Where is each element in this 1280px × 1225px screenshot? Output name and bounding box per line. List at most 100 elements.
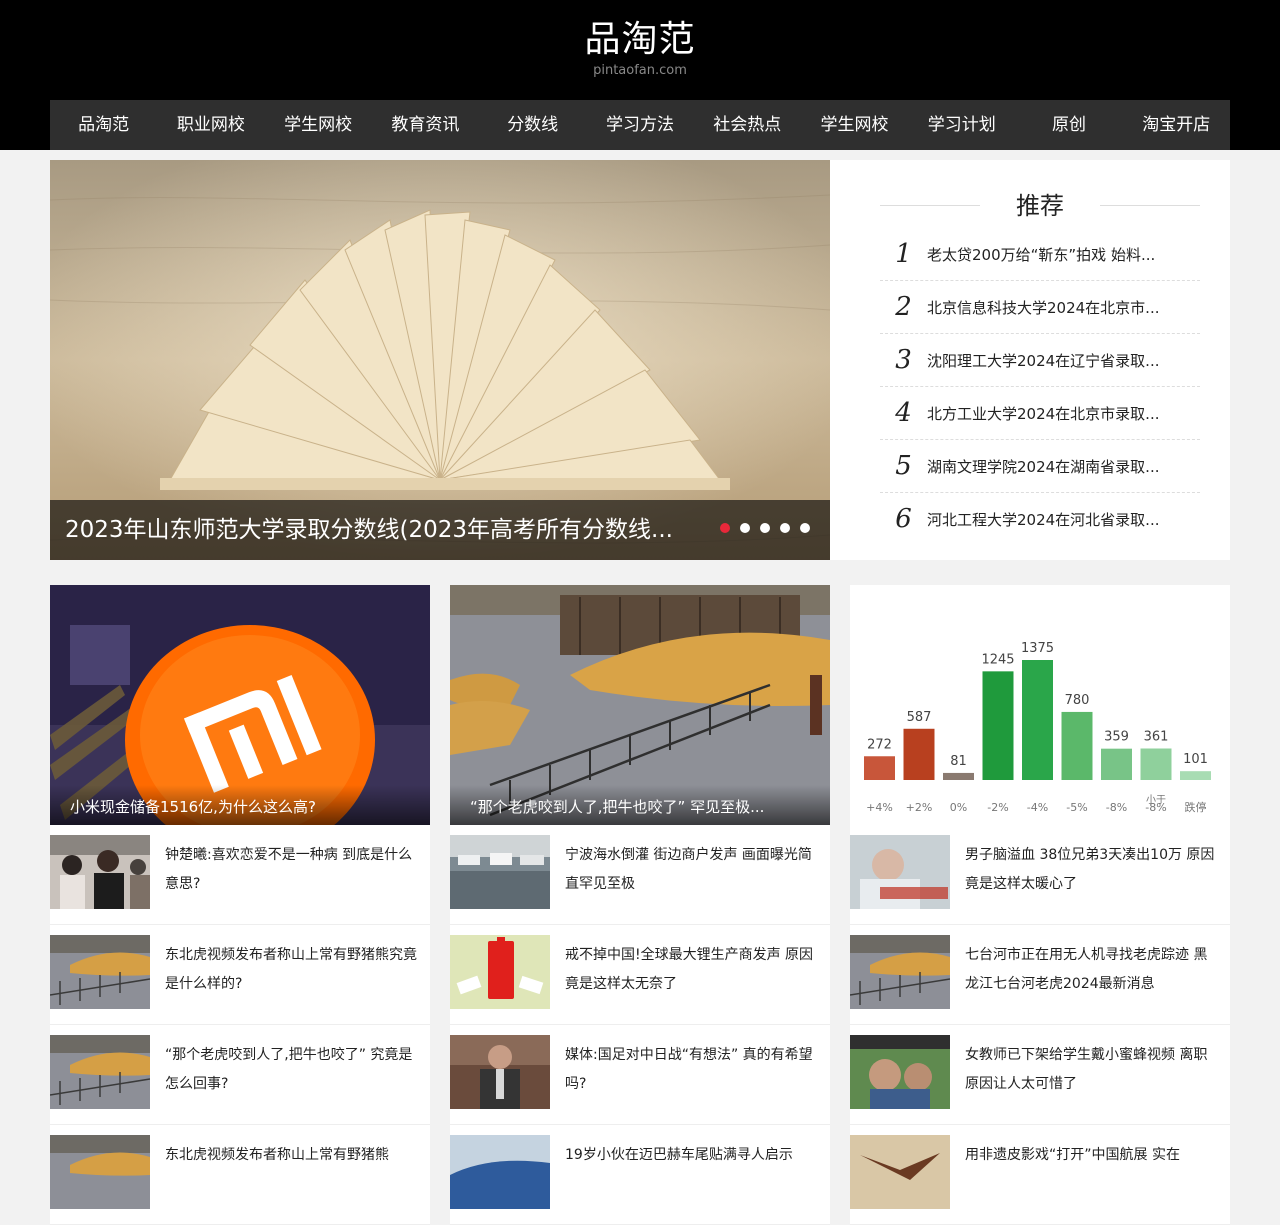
nav-item-vocational[interactable]: 职业网校 bbox=[157, 100, 264, 150]
hero-slider[interactable]: 2023年山东师范大学录取分数线(2023年高考所有分数线... bbox=[50, 160, 830, 560]
nav-item-original[interactable]: 原创 bbox=[1015, 100, 1122, 150]
item-thumbnail-corn-yard bbox=[850, 935, 950, 1009]
chart-bar bbox=[1101, 748, 1132, 780]
item-title[interactable]: 用非遗皮影戏“打开”中国航展 实在 bbox=[965, 1141, 1220, 1170]
site-logo-name[interactable]: 品淘范 bbox=[0, 18, 1280, 62]
item-title[interactable]: 东北虎视频发布者称山上常有野猪熊究竟是什么样的? bbox=[165, 941, 420, 999]
feature-title[interactable]: “那个老虎咬到人了,把牛也咬了” 罕见至极... bbox=[470, 796, 810, 817]
recommend-item-title[interactable]: 老太贷200万给“靳东”拍戏 始料... bbox=[927, 244, 1182, 265]
slider-dot-4[interactable] bbox=[780, 523, 790, 533]
list-item[interactable]: 戒不掉中国!全球最大锂生产商发声 原因竟是这样太无奈了 bbox=[450, 925, 830, 1025]
nav-item-social-hot[interactable]: 社会热点 bbox=[694, 100, 801, 150]
nav-item-student-school-2[interactable]: 学生网校 bbox=[801, 100, 908, 150]
item-thumbnail-shadow-puppet bbox=[850, 1135, 950, 1209]
item-title[interactable]: 女教师已下架给学生戴小蜜蜂视频 离职原因让人太可惜了 bbox=[965, 1041, 1220, 1099]
slider-dot-1[interactable] bbox=[720, 523, 730, 533]
list-item[interactable]: 用非遗皮影戏“打开”中国航展 实在 bbox=[850, 1125, 1230, 1225]
recommend-item-title[interactable]: 河北工程大学2024在河北省录取... bbox=[927, 509, 1182, 530]
chart-bar bbox=[903, 728, 935, 780]
recommend-rank: 3 bbox=[895, 345, 912, 375]
chart-bar bbox=[1061, 711, 1093, 780]
feature-caption: 小米现金储备1516亿,为什么这么高? bbox=[50, 785, 430, 825]
chart-bar bbox=[864, 756, 895, 780]
list-item[interactable]: 东北虎视频发布者称山上常有野猪熊究竟是什么样的? bbox=[50, 925, 430, 1025]
item-thumbnail-corn-yard bbox=[50, 1135, 150, 1209]
recommend-item-title[interactable]: 沈阳理工大学2024在辽宁省录取... bbox=[927, 350, 1182, 371]
item-thumbnail-flood bbox=[450, 835, 550, 909]
recommend-item[interactable]: 3 沈阳理工大学2024在辽宁省录取... bbox=[880, 334, 1200, 387]
list-item[interactable]: “那个老虎咬到人了,把牛也咬了” 究竟是怎么回事? bbox=[50, 1025, 430, 1125]
recommend-title: 推荐 bbox=[1016, 192, 1064, 220]
nav-item-score-line[interactable]: 分数线 bbox=[479, 100, 586, 150]
recommend-rank: 1 bbox=[895, 239, 912, 269]
slider-dots bbox=[710, 523, 810, 533]
recommend-item-title[interactable]: 北京信息科技大学2024在北京市... bbox=[927, 297, 1182, 318]
list-item[interactable]: 宁波海水倒灌 街边商户发声 画面曝光简直罕见至极 bbox=[450, 825, 830, 925]
nav-item-taobao[interactable]: 淘宝开店 bbox=[1123, 100, 1230, 150]
nav-item-study-plan[interactable]: 学习计划 bbox=[908, 100, 1015, 150]
item-title[interactable]: 媒体:国足对中日战“有想法” 真的有希望吗? bbox=[565, 1041, 820, 1099]
feature-card[interactable]: 272 +4% 587 +2% 81 0% 1245 -2% 1375 -4% 780 -5% 359 -… bbox=[850, 585, 1230, 825]
slider-dot-2[interactable] bbox=[740, 523, 750, 533]
list-item[interactable]: 媒体:国足对中日战“有想法” 真的有希望吗? bbox=[450, 1025, 830, 1125]
list-item[interactable]: 女教师已下架给学生戴小蜜蜂视频 离职原因让人太可惜了 bbox=[850, 1025, 1230, 1125]
recommend-heading: 推荐 bbox=[880, 188, 1200, 224]
nav-item-education-news[interactable]: 教育资讯 bbox=[372, 100, 479, 150]
chart-bar-value: 272 bbox=[867, 737, 892, 752]
hero-title[interactable]: 2023年山东师范大学录取分数线(2023年高考所有分数线... bbox=[65, 500, 690, 560]
item-title[interactable]: 七台河市正在用无人机寻找老虎踪迹 黑龙江七台河老虎2024最新消息 bbox=[965, 941, 1220, 999]
list-item[interactable]: 男子脑溢血 38位兄弟3天凑出10万 原因竟是这样太暖心了 bbox=[850, 825, 1230, 925]
list-item[interactable]: 东北虎视频发布者称山上常有野猪熊 bbox=[50, 1125, 430, 1225]
nav-item-student-school[interactable]: 学生网校 bbox=[265, 100, 372, 150]
item-title[interactable]: “那个老虎咬到人了,把牛也咬了” 究竟是怎么回事? bbox=[165, 1041, 420, 1099]
slider-dot-3[interactable] bbox=[760, 523, 770, 533]
recommend-item[interactable]: 5 湖南文理学院2024在湖南省录取... bbox=[880, 440, 1200, 493]
site-logo[interactable]: 品淘范 pintaofan.com bbox=[0, 18, 1280, 79]
recommend-item-title[interactable]: 湖南文理学院2024在湖南省录取... bbox=[927, 456, 1182, 477]
nav-item-home[interactable]: 品淘范 bbox=[50, 100, 157, 150]
news-column-3: 272 +4% 587 +2% 81 0% 1245 -2% 1375 -4% 780 -5% 359 -… bbox=[850, 585, 1230, 1225]
recommend-item-title[interactable]: 北方工业大学2024在北京市录取... bbox=[927, 403, 1182, 424]
recommend-rank: 5 bbox=[895, 451, 912, 481]
site-header: 品淘范 pintaofan.com 品淘范 职业网校 学生网校 教育资讯 分数线… bbox=[0, 0, 1280, 150]
item-title[interactable]: 钟楚曦:喜欢恋爱不是一种病 到底是什么意思? bbox=[165, 841, 420, 899]
item-thumbnail-car bbox=[450, 1135, 550, 1209]
item-thumbnail-corn-yard bbox=[50, 935, 150, 1009]
item-title[interactable]: 19岁小伙在迈巴赫车尾贴满寻人启示 bbox=[565, 1141, 820, 1170]
list-item[interactable]: 钟楚曦:喜欢恋爱不是一种病 到底是什么意思? bbox=[50, 825, 430, 925]
heading-divider-right bbox=[1100, 205, 1200, 206]
feature-image-stock-chart: 272 +4% 587 +2% 81 0% 1245 -2% 1375 -4% 780 -5% 359 -… bbox=[850, 585, 1230, 825]
item-thumbnail-coach bbox=[450, 1035, 550, 1109]
item-title[interactable]: 宁波海水倒灌 街边商户发声 画面曝光简直罕见至极 bbox=[565, 841, 820, 899]
recommend-item[interactable]: 1 老太贷200万给“靳东”拍戏 始料... bbox=[880, 228, 1200, 281]
hero-caption: 2023年山东师范大学录取分数线(2023年高考所有分数线... bbox=[50, 500, 830, 560]
feature-card[interactable]: “那个老虎咬到人了,把牛也咬了” 罕见至极... bbox=[450, 585, 830, 825]
recommend-panel: 推荐 1 老太贷200万给“靳东”拍戏 始料... 2 北京信息科技大学2024… bbox=[830, 160, 1230, 560]
chart-bar bbox=[1022, 660, 1053, 780]
feature-card[interactable]: 小米现金储备1516亿,为什么这么高? bbox=[50, 585, 430, 825]
chart-tick-label: +2% bbox=[906, 801, 933, 814]
feature-title[interactable]: 小米现金储备1516亿,为什么这么高? bbox=[70, 796, 410, 817]
list-item[interactable]: 19岁小伙在迈巴赫车尾贴满寻人启示 bbox=[450, 1125, 830, 1225]
chart-tick-label: -4% bbox=[1027, 801, 1048, 814]
recommend-item[interactable]: 2 北京信息科技大学2024在北京市... bbox=[880, 281, 1200, 334]
chart-bar-value: 587 bbox=[907, 710, 932, 725]
recommend-item[interactable]: 6 河北工程大学2024在河北省录取... bbox=[880, 493, 1200, 545]
chart-bar bbox=[1140, 748, 1172, 780]
chart-bar-value: 359 bbox=[1104, 730, 1129, 745]
news-column-1: 小米现金储备1516亿,为什么这么高? 钟楚曦:喜欢恋爱不是一种病 到底是什么意… bbox=[50, 585, 430, 1225]
chart-tick-label: -2% bbox=[987, 801, 1008, 814]
chart-bar-value: 780 bbox=[1065, 693, 1090, 708]
nav-item-study-method[interactable]: 学习方法 bbox=[586, 100, 693, 150]
item-thumbnail-people bbox=[50, 835, 150, 909]
item-title[interactable]: 男子脑溢血 38位兄弟3天凑出10万 原因竟是这样太暖心了 bbox=[965, 841, 1220, 899]
item-thumbnail-hospital bbox=[850, 835, 950, 909]
item-title[interactable]: 戒不掉中国!全球最大锂生产商发声 原因竟是这样太无奈了 bbox=[565, 941, 820, 999]
item-title[interactable]: 东北虎视频发布者称山上常有野猪熊 bbox=[165, 1141, 420, 1170]
list-item[interactable]: 七台河市正在用无人机寻找老虎踪迹 黑龙江七台河老虎2024最新消息 bbox=[850, 925, 1230, 1025]
item-thumbnail-children bbox=[850, 1035, 950, 1109]
recommend-rank: 2 bbox=[895, 292, 912, 322]
site-logo-domain: pintaofan.com bbox=[593, 63, 687, 78]
recommend-item[interactable]: 4 北方工业大学2024在北京市录取... bbox=[880, 387, 1200, 440]
slider-dot-5[interactable] bbox=[800, 523, 810, 533]
